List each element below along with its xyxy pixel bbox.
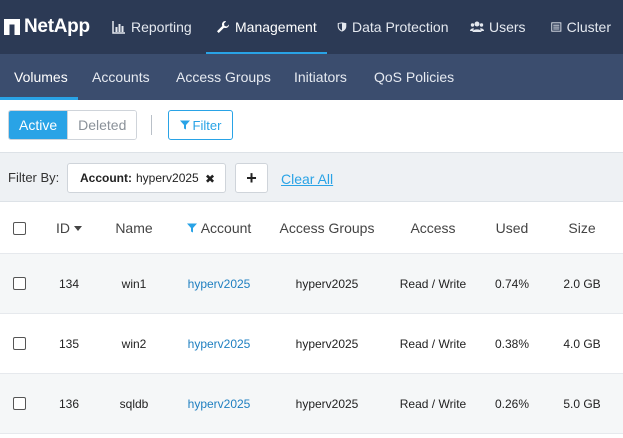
sort-desc-icon [74,225,82,231]
cell-access: Read / Write [399,336,467,351]
column-header-access[interactable]: Access [388,203,478,253]
column-header-id[interactable]: ID [44,203,94,253]
remove-filter-icon[interactable]: ✖ [205,172,215,186]
row-select-cell [0,254,38,313]
nav-data-protection[interactable]: Data Protection [327,0,460,54]
tab-accounts-label: Accounts [92,69,150,85]
column-header-size-label: Size [568,220,596,236]
nav-users[interactable]: Users [460,0,541,54]
nav-management-label: Management [235,19,317,35]
table-row[interactable]: 134 win1 hyperv2025 hyperv2025 Read / Wr… [0,254,623,314]
account-filter-chip: Account: hyperv2025 ✖ [67,163,226,193]
nav-reporting[interactable]: Reporting [102,0,206,54]
tab-access-groups-label: Access Groups [176,69,271,85]
cell-access: Read / Write [399,396,467,411]
nav-cluster-label: Cluster [566,19,611,35]
tab-access-groups[interactable]: Access Groups [162,54,280,100]
cell-account-link[interactable]: hyperv2025 [172,254,266,313]
chip-key: Account: [80,171,132,185]
cell-access-groups: hyperv2025 [295,336,359,351]
volumes-toolbar: Active Deleted Filter [0,100,623,152]
nav-users-label: Users [489,19,526,35]
bar-chart-icon [112,21,125,34]
table-header-row: ID Name Account Access Groups Access Use… [0,203,623,254]
select-all-checkbox[interactable] [12,221,26,235]
toolbar-separator [151,115,152,135]
cell-id: 134 [58,276,80,291]
row-checkbox[interactable] [12,277,26,290]
cell-name: sqldb [119,396,149,411]
cell-used: 0.74% [494,276,530,291]
cell-access-groups: hyperv2025 [295,276,359,291]
cell-account-link[interactable]: hyperv2025 [172,374,266,433]
cell-size: 2.0 GB [563,276,601,291]
column-header-account[interactable]: Account [172,203,266,253]
table-row[interactable]: 136 sqldb hyperv2025 hyperv2025 Read / W… [0,374,623,434]
column-header-size[interactable]: Size [552,203,612,253]
cell-size: 4.0 GB [563,336,601,351]
column-header-used[interactable]: Used [482,203,542,253]
users-icon [470,21,484,32]
status-toggle: Active Deleted [8,110,138,140]
cell-name: win1 [121,276,147,291]
column-header-name[interactable]: Name [104,203,164,253]
cell-access: Read / Write [399,276,467,291]
wrench-icon [217,20,230,33]
tab-initiators[interactable]: Initiators [280,54,360,100]
brand-name: NetApp [24,16,90,37]
cell-used: 0.38% [494,336,530,351]
row-select-cell [0,374,38,433]
chip-value: hyperv2025 [136,171,199,185]
cell-id: 135 [58,336,80,351]
cell-size: 5.0 GB [563,396,601,411]
cell-used: 0.26% [494,396,530,411]
nav-data-protection-label: Data Protection [352,19,449,35]
tab-qos-policies-label: QoS Policies [374,69,455,85]
tab-volumes-label: Volumes [14,69,68,85]
top-navigation-bar: NetApp Reporting Management Data Protect… [0,0,623,55]
nav-reporting-label: Reporting [131,19,192,35]
row-checkbox[interactable] [12,397,26,410]
column-filter-icon [186,223,197,233]
cell-name: win2 [121,336,147,351]
add-filter-button[interactable]: + [235,163,268,193]
shield-icon [337,22,347,32]
nav-cluster[interactable]: Cluster [541,0,621,54]
netapp-logo[interactable]: NetApp [0,0,102,54]
column-header-access-label: Access [410,220,456,236]
cell-access-groups: hyperv2025 [295,396,359,411]
cell-account-link[interactable]: hyperv2025 [172,314,266,373]
column-header-name-label: Name [115,220,153,236]
row-select-cell [0,314,38,373]
cell-id: 136 [58,396,80,411]
deleted-button[interactable]: Deleted [68,111,137,139]
main-nav: Reporting Management Data Protection Use… [102,0,621,55]
column-header-id-label: ID [56,220,70,236]
volumes-table: ID Name Account Access Groups Access Use… [0,203,623,434]
row-checkbox[interactable] [12,337,26,350]
active-button[interactable]: Active [9,111,68,139]
netapp-logo-icon [4,19,20,35]
sub-navigation-bar: Volumes Accounts Access Groups Initiator… [0,54,623,100]
nav-management[interactable]: Management [206,0,327,55]
filter-by-label: Filter By: [8,170,60,185]
column-header-access-groups-label: Access Groups [279,220,375,236]
list-icon [551,22,562,32]
filter-button-label: Filter [192,117,222,133]
clear-all-link[interactable]: Clear All [281,171,333,187]
tab-qos-policies[interactable]: QoS Policies [360,54,468,100]
table-row[interactable]: 135 win2 hyperv2025 hyperv2025 Read / Wr… [0,314,623,374]
active-filters-bar: Filter By: Account: hyperv2025 ✖ + Clear… [0,152,623,202]
tab-accounts[interactable]: Accounts [78,54,162,100]
select-all-cell [0,203,38,253]
filter-button[interactable]: Filter [168,110,233,140]
tab-volumes[interactable]: Volumes [0,54,78,100]
tab-initiators-label: Initiators [294,69,347,85]
column-header-used-label: Used [495,220,529,236]
filter-icon [179,120,190,130]
column-header-account-label: Account [200,220,252,236]
column-header-access-groups[interactable]: Access Groups [272,203,382,253]
